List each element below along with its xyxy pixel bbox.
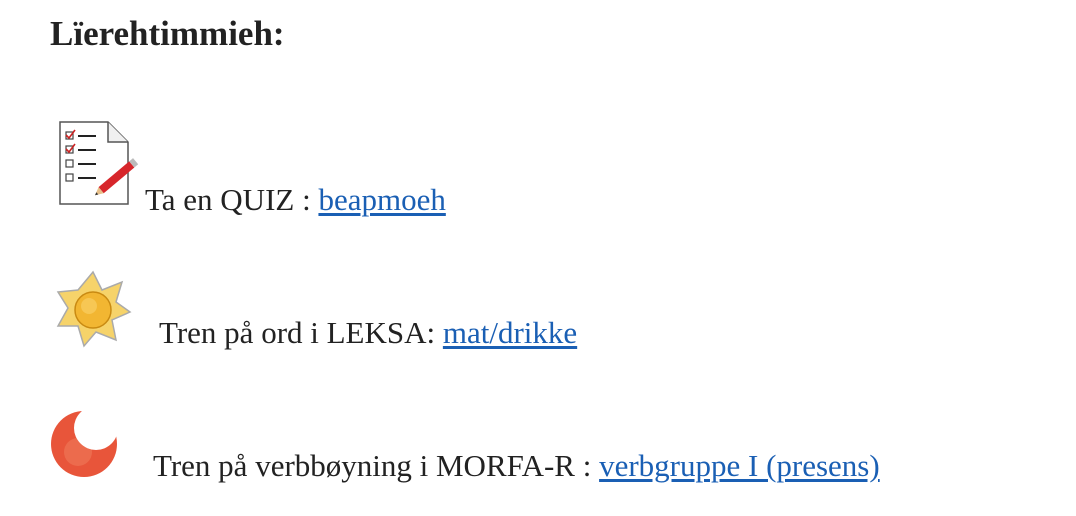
- leksa-label: Tren på ord i LEKSA:: [159, 315, 443, 350]
- morfa-link[interactable]: verbgruppe I (presens): [599, 448, 880, 483]
- morfa-row: Tren på verbbøyning i MORFA-R : verbgrup…: [153, 448, 880, 484]
- morfa-label: Tren på verbbøyning i MORFA-R :: [153, 448, 600, 483]
- quiz-checklist-icon: [56, 118, 146, 215]
- quiz-link[interactable]: beapmoeh: [318, 182, 445, 217]
- moon-icon: [48, 404, 124, 485]
- leksa-link[interactable]: mat/drikke: [443, 315, 577, 350]
- quiz-row: Ta en QUIZ : beapmoeh: [145, 182, 446, 218]
- quiz-label: Ta en QUIZ :: [145, 182, 319, 217]
- sun-icon: [54, 270, 132, 353]
- leksa-row: Tren på ord i LEKSA: mat/drikke: [159, 315, 577, 351]
- page-title: Lïerehtimmieh:: [50, 14, 285, 53]
